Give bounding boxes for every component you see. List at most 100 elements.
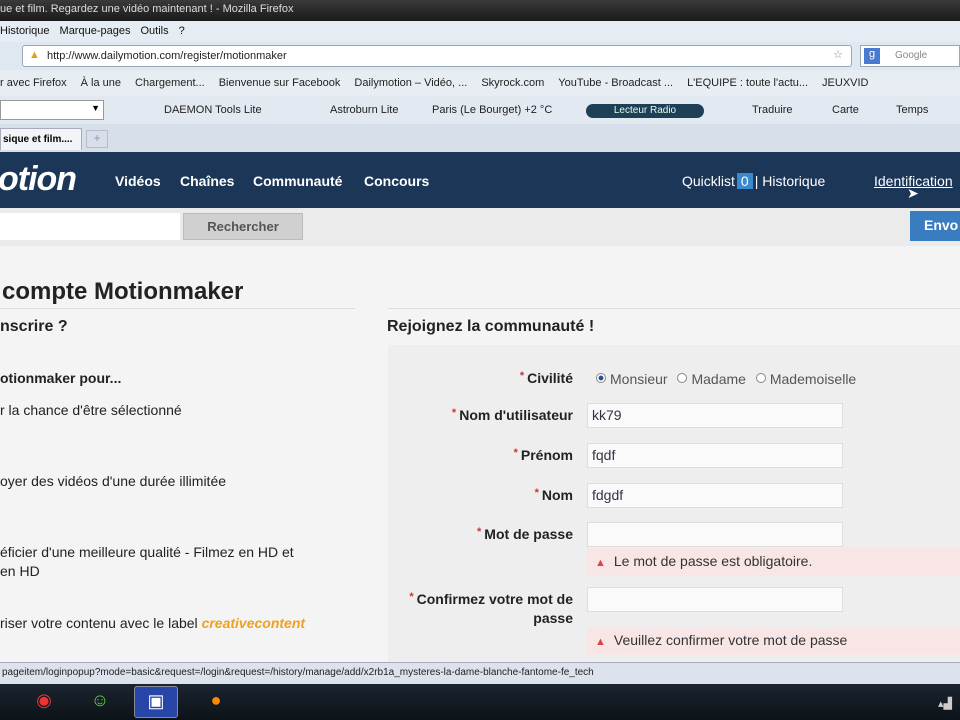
- firefox-icon[interactable]: ●: [194, 686, 238, 718]
- tab-active[interactable]: sique et film....: [0, 128, 82, 150]
- nav-videos[interactable]: Vidéos: [115, 173, 161, 189]
- bookmark[interactable]: L'EQUIPE : toute l'actu...: [687, 77, 808, 89]
- history-link[interactable]: Historique: [762, 173, 825, 189]
- radio-monsieur[interactable]: [596, 373, 606, 383]
- radio-label: Mademoiselle: [769, 371, 857, 387]
- site-search-input[interactable]: [0, 213, 180, 240]
- required-marker: *: [534, 487, 539, 499]
- error-text: Le mot de passe est obligatoire.: [613, 553, 813, 569]
- bookmark[interactable]: YouTube - Broadcast ...: [558, 77, 673, 89]
- site-icon: ▲: [29, 49, 40, 61]
- password-error: ▲ Le mot de passe est obligatoire.: [587, 548, 960, 576]
- search-placeholder: Google: [895, 50, 928, 61]
- label-text: Civilité: [527, 370, 573, 386]
- window-title: ue et film. Regardez une vidéo maintenan…: [0, 3, 294, 15]
- url-bar[interactable]: ▲ http://www.dailymotion.com/register/mot…: [22, 45, 852, 67]
- page-title: compte Motionmaker: [2, 278, 244, 305]
- required-marker: *: [409, 591, 414, 603]
- username-input[interactable]: kk79: [587, 403, 843, 428]
- confirm-password-input[interactable]: [587, 587, 843, 612]
- required-marker: *: [477, 526, 482, 538]
- confirm-password-label: * Confirmez votre mot de passe: [383, 591, 573, 629]
- separator: |: [754, 173, 759, 189]
- astroburn[interactable]: Astroburn Lite: [330, 104, 398, 116]
- lastname-label: * Nom: [383, 487, 573, 503]
- bookmark[interactable]: Dailymotion – Vidéo, ...: [354, 77, 467, 89]
- username-label: * Nom d'utilisateur: [383, 407, 573, 423]
- menu-history[interactable]: Historique: [0, 25, 50, 37]
- bookmark[interactable]: Chargement...: [135, 77, 205, 89]
- benefit-text: riser votre contenu avec le label: [0, 615, 198, 631]
- quicklist-area: Quicklist 0 | Historique: [682, 173, 825, 189]
- cursor-icon: ➤: [907, 185, 919, 201]
- upload-button[interactable]: Envo: [910, 211, 960, 241]
- window-title-bar: ue et film. Regardez une vidéo maintenan…: [0, 0, 960, 21]
- required-marker: *: [519, 370, 525, 382]
- search-button[interactable]: Rechercher: [183, 213, 303, 240]
- app-window-icon[interactable]: ▣: [134, 686, 178, 718]
- label-text: Nom: [541, 487, 573, 503]
- status-bar: pageitem/loginpopup?mode=basic&request=/…: [0, 662, 960, 684]
- required-marker: *: [513, 447, 518, 459]
- lastname-input[interactable]: fdgdf: [587, 483, 843, 508]
- warning-icon: ▲: [595, 557, 606, 569]
- nav-contests[interactable]: Concours: [364, 173, 429, 189]
- chevron-down-icon: ▼: [91, 103, 100, 113]
- menu-tools[interactable]: Outils: [140, 25, 168, 37]
- form-heading: Rejoignez la communauté !: [387, 318, 595, 335]
- toolbar-select[interactable]: ▼: [0, 100, 104, 120]
- map[interactable]: Carte: [832, 104, 859, 116]
- benefit-item: riser votre contenu avec le label creati…: [0, 615, 305, 631]
- label-text: passe: [533, 610, 573, 626]
- label-text: Prénom: [520, 447, 573, 463]
- new-tab-button[interactable]: +: [86, 130, 108, 148]
- time[interactable]: Temps: [896, 104, 928, 116]
- radio-mademoiselle[interactable]: [755, 373, 766, 383]
- bookmark[interactable]: Bienvenue sur Facebook: [219, 77, 341, 89]
- divider: [0, 308, 355, 309]
- password-input[interactable]: [587, 522, 843, 547]
- civility-label: * Civilité: [383, 370, 573, 386]
- password-label: * Mot de passe: [383, 526, 573, 542]
- chrome-icon[interactable]: ◉: [22, 686, 66, 718]
- tab-strip: [0, 124, 960, 152]
- label-text: Confirmez votre mot de: [416, 591, 573, 607]
- url-text: http://www.dailymotion.com/register/moti…: [47, 50, 287, 62]
- dailymotion-logo[interactable]: otion: [0, 160, 77, 199]
- benefit-item: r la chance d'être sélectionné: [0, 402, 182, 418]
- radio-label: Madame: [691, 371, 746, 387]
- star-icon[interactable]: ☆: [833, 48, 843, 61]
- nav-channels[interactable]: Chaînes: [180, 173, 234, 189]
- firstname-label: * Prénom: [383, 447, 573, 463]
- menu-bookmarks[interactable]: Marque-pages: [60, 25, 131, 37]
- firstname-input[interactable]: fqdf: [587, 443, 843, 468]
- google-icon: g: [864, 48, 880, 64]
- radio-player[interactable]: Lecteur Radio: [586, 104, 704, 118]
- quicklist-link[interactable]: Quicklist: [682, 173, 735, 189]
- required-marker: *: [451, 407, 457, 419]
- menu-bar: Historique Marque-pages Outils?: [0, 21, 960, 42]
- benefit-item: éficier d'une meilleure qualité - Filmez…: [0, 544, 294, 560]
- weather[interactable]: Paris (Le Bourget) +2 °C: [432, 104, 552, 116]
- left-heading: nscrire ?: [0, 318, 68, 335]
- warning-icon: ▲: [595, 636, 606, 648]
- translate[interactable]: Traduire: [752, 104, 793, 116]
- menu-help[interactable]: ?: [179, 25, 185, 37]
- addon-toolbar: DAEMON Tools Lite Astroburn Lite Paris (…: [0, 96, 960, 124]
- signal-icon: ▴▟: [938, 698, 952, 710]
- radio-madame[interactable]: [677, 373, 688, 383]
- nav-community[interactable]: Communauté: [253, 173, 342, 189]
- bookmarks-bar: r avec Firefox À la une Chargement... Bienv…: [0, 70, 960, 96]
- radio-label: Monsieur: [610, 371, 668, 387]
- messenger-icon[interactable]: ☺: [78, 686, 122, 718]
- bookmark[interactable]: Skyrock.com: [481, 77, 544, 89]
- daemon-tools[interactable]: DAEMON Tools Lite: [164, 104, 262, 116]
- bookmark[interactable]: r avec Firefox: [0, 77, 67, 89]
- civility-radio-group: Monsieur Madame Mademoiselle: [590, 371, 856, 387]
- search-engine-input[interactable]: g Google: [860, 45, 960, 67]
- bookmark[interactable]: JEUXVID: [822, 77, 868, 89]
- label-text: Nom d'utilisateur: [459, 407, 573, 423]
- label-text: Mot de passe: [484, 526, 573, 542]
- benefits-heading: otionmaker pour...: [0, 370, 122, 386]
- bookmark[interactable]: À la une: [81, 77, 121, 89]
